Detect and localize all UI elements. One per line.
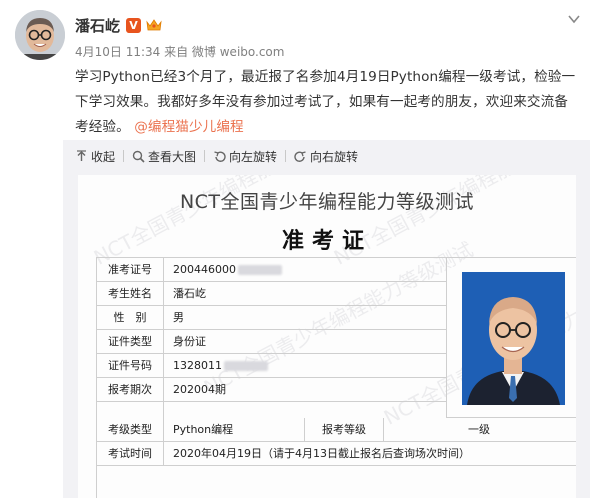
row-value: 2020年04月19日（请于4月13日截止报名后查询场次时间） — [173, 447, 470, 460]
row-value: 潘石屹 — [173, 287, 206, 300]
table-row: 考试时间 2020年04月19日（请于4月13日截止报名后查询场次时间） — [97, 442, 576, 466]
ticket-table: 准考证号 200446000 考生姓名 潘石屹 性 别 男 证件类型 身份证 证… — [96, 257, 576, 498]
rotate-left-icon — [214, 150, 226, 162]
row-label: 性 别 — [97, 306, 164, 329]
author-line: 潘石屹 V — [75, 14, 162, 36]
collapse-button[interactable]: 收起 — [75, 140, 115, 172]
avatar-image — [15, 10, 65, 60]
row-label: 报考期次 — [97, 378, 164, 401]
row-value: 1328011 — [173, 354, 268, 377]
row-label: 报考等级 — [322, 423, 366, 436]
ticket-subtitle: 准考证 — [281, 229, 372, 254]
ticket-title: NCT全国青少年编程能力等级测试 — [179, 191, 475, 213]
table-row: 准考证号 200446000 — [97, 258, 446, 282]
redacted-mark — [238, 265, 282, 275]
row-label: 证件类型 — [97, 330, 164, 353]
row-value: 一级 — [468, 423, 490, 436]
row-label: 考试时间 — [97, 442, 164, 465]
portrait-image — [462, 272, 565, 405]
weibo-post: 潘石屹 V 4月10日 11:34 来自 微博 weibo.com 学习Pyth… — [0, 0, 597, 498]
table-row: 报考期次 202004期 — [97, 378, 446, 402]
rotate-right-label: 向右旋转 — [310, 149, 359, 164]
rotate-right-button[interactable]: 向右旋转 — [294, 140, 358, 172]
post-text: 学习Python已经3个月了，最近报了名参加4月19日Python编程一级考试，… — [75, 65, 580, 140]
zoom-icon — [132, 150, 145, 163]
row-label: 考生姓名 — [97, 282, 164, 305]
candidate-photo — [462, 272, 565, 405]
row-value: 男 — [173, 311, 184, 324]
verified-badge[interactable]: V — [126, 17, 142, 33]
redacted-mark — [224, 361, 268, 371]
rotate-left-button[interactable]: 向左旋转 — [213, 140, 277, 172]
rotate-left-label: 向左旋转 — [229, 149, 278, 164]
row-value: 202004期 — [173, 383, 226, 396]
table-spacer — [97, 402, 446, 418]
row-label: 证件号码 — [97, 354, 164, 377]
view-large-label: 查看大图 — [148, 149, 197, 164]
divider — [123, 150, 125, 162]
post-meta[interactable]: 4月10日 11:34 来自 微博 weibo.com — [75, 43, 284, 60]
table-row: 证件号码 1328011 — [97, 354, 446, 378]
mention-link[interactable]: @编程猫少儿编程 — [134, 119, 244, 135]
rotate-right-icon — [294, 150, 306, 162]
author-name[interactable]: 潘石屹 — [75, 15, 120, 36]
collapse-label: 收起 — [91, 149, 116, 164]
table-row: 考级类型 Python编程 报考等级 一级 — [97, 418, 576, 442]
avatar[interactable] — [15, 10, 65, 60]
media-toolbar: 收起 查看大图 向左旋转 向右旋转 — [63, 140, 590, 172]
table-row: 性 别 男 — [97, 306, 446, 330]
row-value: 身份证 — [173, 335, 206, 348]
row-value: 200446000 — [173, 258, 282, 281]
divider — [204, 150, 206, 162]
media-block: 收起 查看大图 向左旋转 向右旋转 NCT全国青少年编程能力等级测试 NCT全国… — [63, 140, 590, 498]
view-large-button[interactable]: 查看大图 — [132, 140, 196, 172]
table-row: 证件类型 身份证 — [97, 330, 446, 354]
crown-icon[interactable] — [146, 18, 162, 32]
row-value: Python编程 — [173, 423, 234, 436]
photo-box — [446, 258, 576, 418]
divider — [285, 150, 287, 162]
row-label: 准考证号 — [97, 258, 164, 281]
row-label: 考级类型 — [97, 418, 164, 441]
admission-ticket-image[interactable]: NCT全国青少年编程能力等级测试 NCT全国青少年编程能力等级测试 NCT全国青… — [78, 175, 576, 498]
chevron-down-icon[interactable] — [567, 12, 581, 26]
table-row: 考生姓名 潘石屹 — [97, 282, 446, 306]
arrow-up-icon — [77, 149, 86, 161]
